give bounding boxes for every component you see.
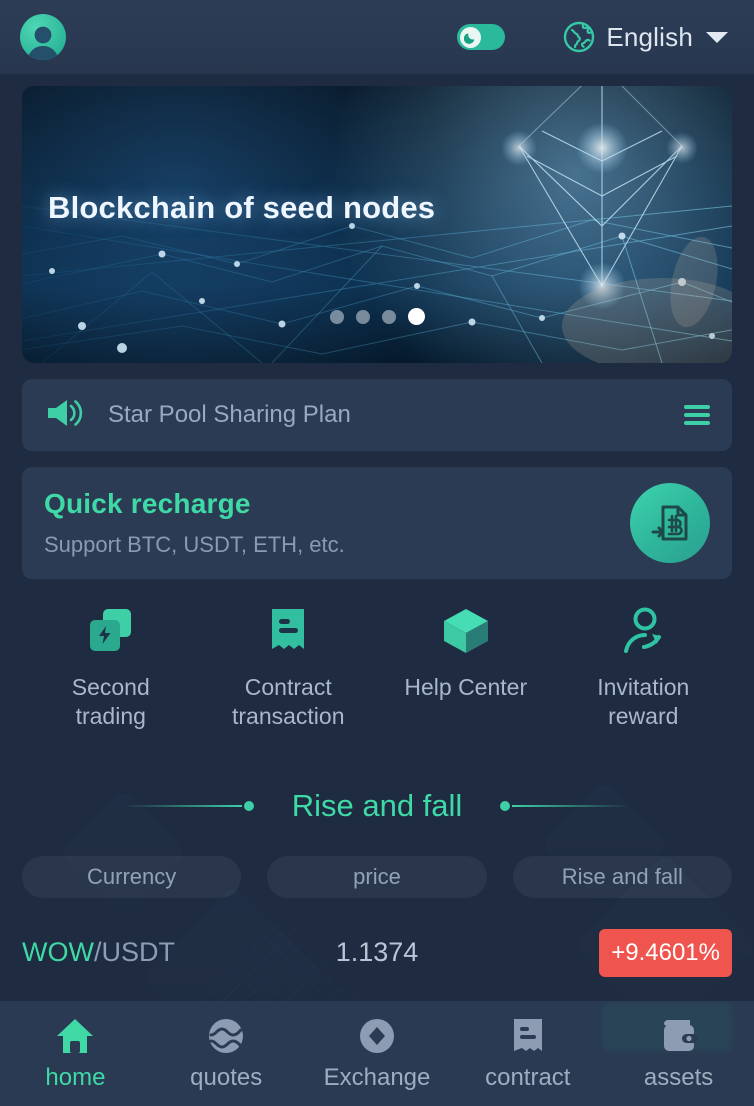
market-column-price[interactable]: price <box>267 855 487 898</box>
market-column-headers: Currency price Rise and fall <box>22 855 732 898</box>
avatar[interactable] <box>20 14 66 60</box>
announcement-bar[interactable]: Star Pool Sharing Plan <box>22 379 732 451</box>
bitcoin-document-icon <box>630 483 710 563</box>
quick-recharge-title: Quick recharge <box>44 488 251 519</box>
market-change-cell: +9.4601% <box>495 928 732 977</box>
status-badge: +9.4601% <box>599 928 732 977</box>
market-section-header: Rise and fall <box>22 788 732 824</box>
quotes-chart-icon <box>207 1016 245 1056</box>
promo-banner[interactable]: Blockchain of seed nodes <box>22 86 732 363</box>
language-selector[interactable]: English <box>563 21 728 53</box>
decor-line-right <box>500 800 631 811</box>
nav-label: contract <box>485 1063 571 1091</box>
app-header: English <box>0 0 754 74</box>
cube-icon <box>440 605 492 657</box>
feature-label: Invitation reward <box>597 674 690 730</box>
market-section-title: Rise and fall <box>291 787 463 823</box>
quick-recharge-texts: Quick recharge Support BTC, USDT, ETH, e… <box>44 488 630 558</box>
contract-document-icon <box>511 1016 545 1056</box>
feature-label: Help Center <box>404 674 528 700</box>
feature-second-trading[interactable]: Second trading <box>22 605 200 732</box>
carousel-dot[interactable] <box>381 309 396 324</box>
dark-mode-toggle[interactable] <box>457 24 506 50</box>
feature-label: Second trading <box>71 674 150 730</box>
person-arrow-icon <box>617 605 669 657</box>
feature-label: Contract transaction <box>231 674 345 730</box>
quick-recharge-subtitle: Support BTC, USDT, ETH, etc. <box>44 532 345 557</box>
nav-label: home <box>45 1063 106 1091</box>
globe-icon <box>563 21 595 53</box>
hamburger-icon[interactable] <box>684 405 710 425</box>
market-price: 1.1374 <box>335 937 419 968</box>
market-column-currency[interactable]: Currency <box>22 855 242 898</box>
lightning-cards-icon <box>85 605 137 657</box>
feature-invitation-reward[interactable]: Invitation reward <box>555 605 733 732</box>
nav-label: quotes <box>190 1063 263 1091</box>
speaker-icon <box>44 396 86 435</box>
chevron-down-icon <box>706 31 728 43</box>
quick-recharge-card[interactable]: Quick recharge Support BTC, USDT, ETH, e… <box>22 467 732 579</box>
bottom-navigation: home quotes Exchange contract assets <box>0 1001 754 1106</box>
feature-help-center[interactable]: Help Center <box>377 605 555 732</box>
carousel-dot-active[interactable] <box>407 308 425 325</box>
decor-line-left <box>123 800 254 811</box>
market-pair-quote: /USDT <box>93 937 175 968</box>
contract-document-icon <box>266 605 310 657</box>
table-row[interactable]: WOW/USDT 1.1374 +9.4601% <box>22 916 732 990</box>
nav-item-exchange[interactable]: Exchange <box>302 1001 453 1106</box>
moon-icon <box>460 26 482 48</box>
carousel-dot[interactable] <box>355 309 370 324</box>
feature-shortcuts: Second trading Contract transaction Help… <box>22 605 732 732</box>
market-pair: WOW/USDT <box>22 937 259 968</box>
nav-label: Exchange <box>323 1063 431 1091</box>
wallet-icon <box>660 1016 698 1056</box>
feature-contract-transaction[interactable]: Contract transaction <box>200 605 378 732</box>
market-column-change[interactable]: Rise and fall <box>512 855 732 898</box>
banner-carousel-dots <box>22 308 732 325</box>
language-label: English <box>606 21 693 52</box>
banner-title: Blockchain of seed nodes <box>48 190 436 225</box>
nav-item-quotes[interactable]: quotes <box>151 1001 302 1106</box>
carousel-dot[interactable] <box>329 309 344 324</box>
app-root: English Blockchain of seed nodes Star Po… <box>0 0 754 1106</box>
nav-label: assets <box>643 1063 714 1091</box>
nav-item-assets[interactable]: assets <box>603 1001 754 1106</box>
announcement-text: Star Pool Sharing Plan <box>108 401 351 428</box>
market-pair-base: WOW <box>22 937 94 968</box>
exchange-diamond-icon <box>358 1016 396 1056</box>
home-icon <box>55 1016 95 1056</box>
nav-item-home[interactable]: home <box>0 1001 151 1106</box>
nav-item-contract[interactable]: contract <box>452 1001 603 1106</box>
page-body: Blockchain of seed nodes Star Pool Shari… <box>0 86 754 1106</box>
